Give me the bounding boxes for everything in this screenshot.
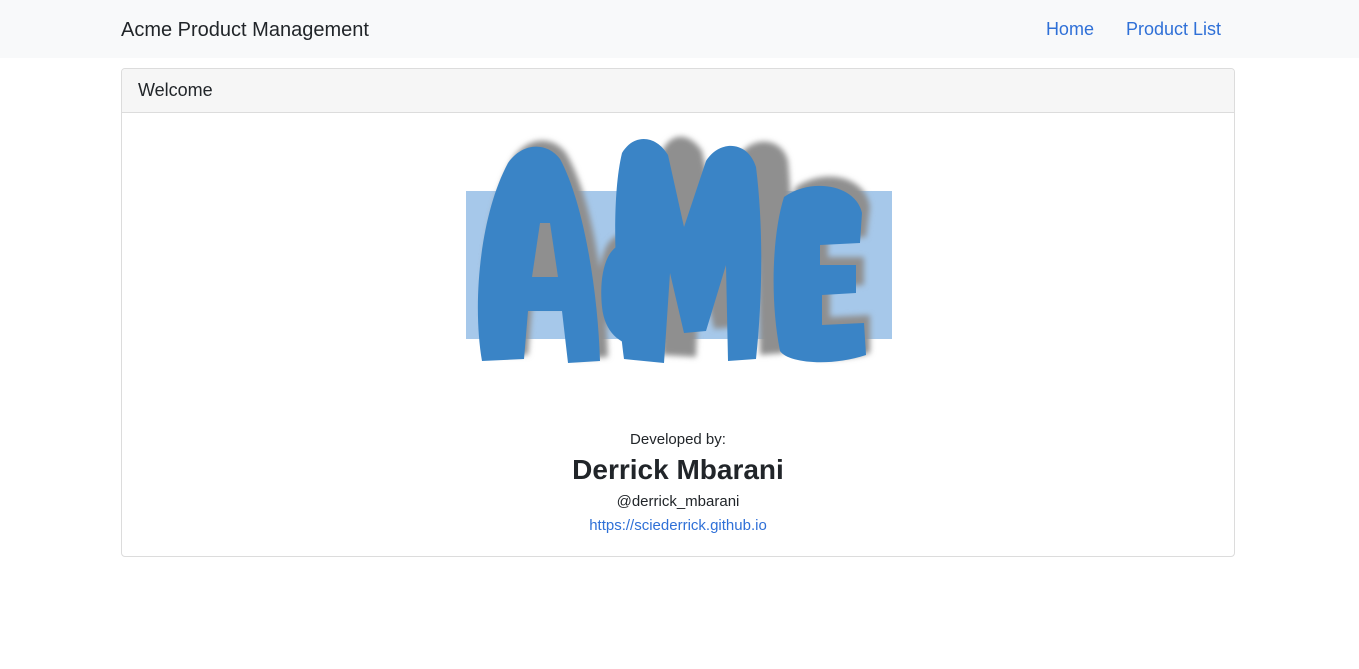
developer-website-link[interactable]: https://sciederrick.github.io xyxy=(589,517,767,534)
welcome-card: Welcome Developed by: Derrick Mbarani @d… xyxy=(121,68,1235,557)
top-navbar: Acme Product Management Home Product Lis… xyxy=(0,0,1359,58)
acme-logo xyxy=(466,127,894,371)
developer-handle: @derrick_mbarani xyxy=(616,493,740,510)
developer-name: Derrick Mbarani xyxy=(572,454,784,485)
developed-by-label: Developed by: xyxy=(630,431,726,448)
brand-link[interactable]: Acme Product Management xyxy=(121,17,369,43)
nav-product-list-link[interactable]: Product List xyxy=(1126,16,1221,42)
card-header: Welcome xyxy=(122,69,1234,113)
acme-logo-graphic xyxy=(466,136,892,363)
developer-credits: Developed by: Derrick Mbarani @derrick_m… xyxy=(122,430,1234,538)
nav-links: Home Product List xyxy=(1046,16,1221,42)
nav-home-link[interactable]: Home xyxy=(1046,16,1094,42)
